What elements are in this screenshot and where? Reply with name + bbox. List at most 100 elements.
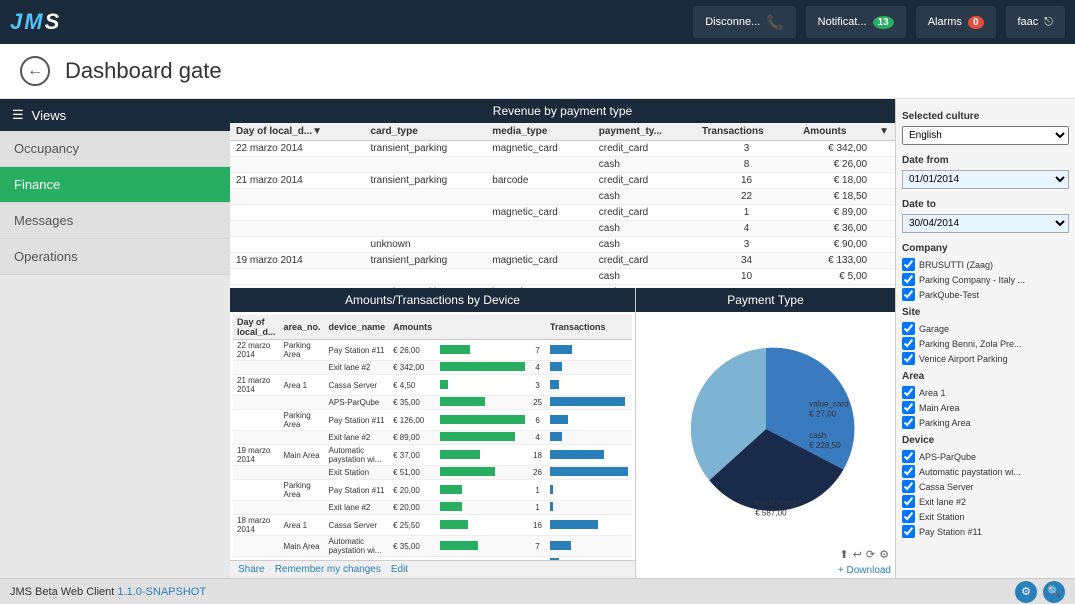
amt-area xyxy=(280,557,325,561)
rev-transactions: 22 xyxy=(696,189,797,205)
device-auto-check[interactable] xyxy=(902,465,915,478)
amt-device: Pay Station #11 xyxy=(325,340,390,361)
site-garage-check[interactable] xyxy=(902,322,915,335)
notifications-button[interactable]: Notificat... 13 xyxy=(806,6,906,38)
amt-bar-amount xyxy=(436,445,529,466)
amt-amount: € 20,00 xyxy=(389,501,436,515)
site-garage-label: Garage xyxy=(919,324,949,334)
device-aps-check[interactable] xyxy=(902,450,915,463)
amounts-col-device: device_name xyxy=(325,315,390,340)
download-link[interactable]: + Download xyxy=(636,563,895,578)
amt-amount: € 35,00 xyxy=(389,536,436,557)
amt-trans: 3 xyxy=(529,557,546,561)
device-exit-station-check[interactable] xyxy=(902,510,915,523)
amt-bar-trans xyxy=(546,410,632,431)
bottom-sections: Amounts/Transactions by Device Day of lo… xyxy=(230,288,895,578)
amt-bar-amount xyxy=(436,375,529,396)
alarms-button[interactable]: Alarms 0 xyxy=(916,6,996,38)
company-brusutti-check[interactable] xyxy=(902,258,915,271)
sidebar-item-occupancy[interactable]: Occupancy xyxy=(0,131,230,167)
back-button[interactable]: ← xyxy=(20,56,50,86)
amt-trans: 7 xyxy=(529,340,546,361)
amounts-col-bar-t: Transactions xyxy=(546,315,632,340)
undo-icon[interactable]: ↩ xyxy=(853,548,862,561)
notifications-badge: 13 xyxy=(873,16,894,29)
pie-value-card-value: € 27,00 xyxy=(809,409,836,418)
rev-day xyxy=(230,269,365,285)
refresh-icon[interactable]: ⟳ xyxy=(866,548,875,561)
rev-transactions: 8 xyxy=(696,157,797,173)
device-cassa-check[interactable] xyxy=(902,480,915,493)
date-from-input[interactable]: 01/01/2014 xyxy=(902,170,1069,189)
rev-amount: € 18,50 xyxy=(797,189,873,205)
version-link[interactable]: 1.1.0-SNAPSHOT xyxy=(117,586,206,598)
app-logo: JMS xyxy=(10,9,61,35)
amt-bar-trans xyxy=(546,480,632,501)
site-venice-check[interactable] xyxy=(902,352,915,365)
disconnect-button[interactable]: Disconne... 📞 xyxy=(693,6,795,38)
amt-amount: € 0,00 xyxy=(389,557,436,561)
edit-link[interactable]: Edit xyxy=(391,564,408,575)
settings-icon[interactable]: ⚙ xyxy=(879,548,889,561)
revenue-row: unknown cash 3 € 90,00 xyxy=(230,237,895,253)
amt-day xyxy=(233,536,280,557)
search-status-icon[interactable]: 🔍 xyxy=(1043,581,1065,603)
amt-device: Automatic paystation wi... xyxy=(325,536,390,557)
area-parking-check[interactable] xyxy=(902,416,915,429)
revenue-table-area: Day of local_d...▼ card_type media_type … xyxy=(230,123,895,288)
site-label: Site xyxy=(902,307,1069,318)
col-payment-type: payment_ty... xyxy=(593,123,696,141)
rev-card xyxy=(365,157,487,173)
device-exit-lane-label: Exit lane #2 xyxy=(919,497,966,507)
rev-payment: cash xyxy=(593,189,696,205)
share-link[interactable]: Share xyxy=(238,564,265,575)
share-icon[interactable]: ⬆ xyxy=(839,548,848,561)
company-parking-check[interactable] xyxy=(902,273,915,286)
device-pay-station-check[interactable] xyxy=(902,525,915,538)
amt-bar-amount xyxy=(436,361,529,375)
col-filter[interactable]: ▼ xyxy=(873,123,895,141)
area-main-check[interactable] xyxy=(902,401,915,414)
company-brusutti-label: BRUSUTTI (Zaag) xyxy=(919,260,993,270)
amt-day xyxy=(233,410,280,431)
amt-area: Parking Area xyxy=(280,410,325,431)
settings-status-icon[interactable]: ⚙ xyxy=(1015,581,1037,603)
amounts-row: 18 marzo 2014 Area 1 Cassa Server € 25,5… xyxy=(233,515,632,536)
area-1-check[interactable] xyxy=(902,386,915,399)
company-parkqube-check[interactable] xyxy=(902,288,915,301)
amt-area: Parking Area xyxy=(280,480,325,501)
amt-bar-amount xyxy=(436,466,529,480)
menu-icon: ☰ xyxy=(12,107,24,123)
amt-area xyxy=(280,466,325,480)
date-to-input[interactable]: 30/04/2014 xyxy=(902,214,1069,233)
remember-link[interactable]: Remember my changes xyxy=(275,564,381,575)
rev-amount: € 18,00 xyxy=(797,173,873,189)
sidebar-item-finance[interactable]: Finance xyxy=(0,167,230,203)
device-label: Device xyxy=(902,435,1069,446)
rev-payment: credit_card xyxy=(593,141,696,157)
amt-bar-trans xyxy=(546,515,632,536)
device-cassa: Cassa Server xyxy=(902,480,1069,493)
amt-day: 21 marzo 2014 xyxy=(233,375,280,396)
amounts-col-area: area_no. xyxy=(280,315,325,340)
amt-device: Automatic paystation wi... xyxy=(325,445,390,466)
amt-day: 18 marzo 2014 xyxy=(233,515,280,536)
sidebar-item-operations[interactable]: Operations xyxy=(0,239,230,275)
rev-media: barcode xyxy=(486,173,592,189)
revenue-row: 22 marzo 2014 transient_parking magnetic… xyxy=(230,141,895,157)
logout-icon: ⎋ xyxy=(1044,16,1053,29)
culture-select[interactable]: English xyxy=(902,126,1069,145)
amt-amount: € 25,50 xyxy=(389,515,436,536)
rev-transactions: 3 xyxy=(696,237,797,253)
company-brusutti: BRUSUTTI (Zaag) xyxy=(902,258,1069,271)
device-exit-lane: Exit lane #2 xyxy=(902,495,1069,508)
disconnect-label: Disconne... xyxy=(705,16,760,28)
sidebar-item-messages[interactable]: Messages xyxy=(0,203,230,239)
amt-trans: 25 xyxy=(529,396,546,410)
device-exit-lane-check[interactable] xyxy=(902,495,915,508)
user-button[interactable]: faac ⎋ xyxy=(1006,6,1066,38)
status-text: JMS Beta Web Client 1.1.0-SNAPSHOT xyxy=(10,586,206,598)
site-benni-check[interactable] xyxy=(902,337,915,350)
views-label: Views xyxy=(32,108,66,123)
user-label: faac xyxy=(1018,16,1039,28)
